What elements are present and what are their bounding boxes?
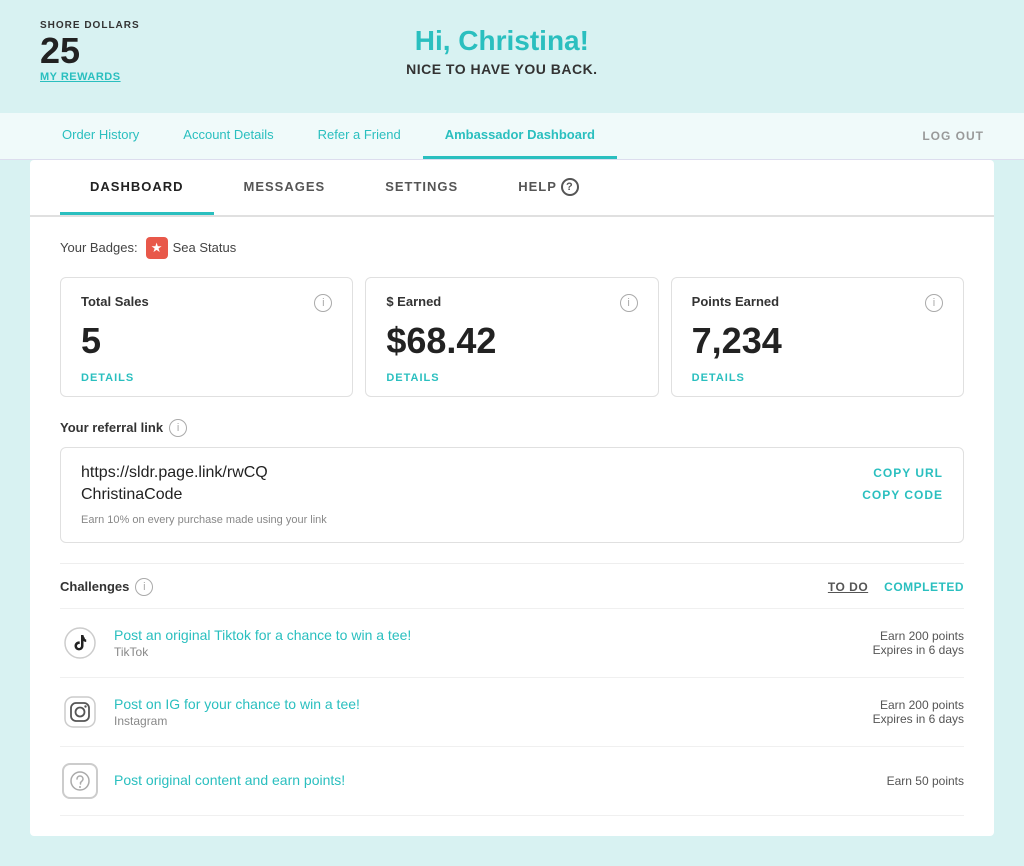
inner-tab-help[interactable]: HELP ? [488,160,609,217]
challenge-name-other[interactable]: Post original content and earn points! [114,772,345,788]
referral-box: https://sldr.page.link/rwCQ COPY URL Chr… [60,447,964,543]
inner-tabs: DASHBOARD MESSAGES SETTINGS HELP ? [30,160,994,217]
challenge-item-instagram: Post on IG for your chance to win a tee!… [60,677,964,746]
challenge-expires-instagram: Expires in 6 days [873,712,964,726]
challenge-right-instagram: Earn 200 points Expires in 6 days [873,698,964,726]
referral-url: https://sldr.page.link/rwCQ [81,464,268,482]
info-icon-challenges[interactable]: i [135,578,153,596]
challenge-name-instagram[interactable]: Post on IG for your chance to win a tee! [114,696,360,712]
nav-tabs-outer: Order History Account Details Refer a Fr… [0,113,1024,160]
challenge-info-tiktok: Post an original Tiktok for a chance to … [114,627,411,659]
referral-code: ChristinaCode [81,486,182,504]
stat-value-total-sales: 5 [81,320,332,362]
info-icon-points[interactable]: i [925,294,943,312]
badge-star-icon: ★ [146,237,168,259]
nav-tabs: Order History Account Details Refer a Fr… [40,113,617,159]
inner-tab-settings[interactable]: SETTINGS [355,161,488,215]
completed-link[interactable]: COMPLETED [884,580,964,594]
inner-tab-messages[interactable]: MESSAGES [214,161,356,215]
badge-name: Sea Status [173,240,237,255]
top-header: SHORE DOLLARS 25 MY REWARDS Hi, Christin… [0,0,1024,93]
help-icon: ? [561,178,579,196]
stat-card-earned: $ Earned i $68.42 DETAILS [365,277,658,397]
stat-card-title-points: Points Earned [692,294,779,309]
stat-details-earned[interactable]: DETAILS [386,372,637,384]
welcome-title: Hi, Christina! [140,25,864,57]
dashboard-content: Your Badges: ★ Sea Status Total Sales i … [30,217,994,836]
challenges-title: Challenges [60,579,129,594]
stat-card-points: Points Earned i 7,234 DETAILS [671,277,964,397]
stat-card-header-earned: $ Earned i [386,294,637,312]
stat-details-points[interactable]: DETAILS [692,372,943,384]
challenges-header: Challenges i TO DO COMPLETED [60,578,964,596]
stat-value-earned: $68.42 [386,320,637,362]
challenge-points-other: Earn 50 points [887,774,964,788]
stat-card-title-total-sales: Total Sales [81,294,149,309]
challenge-left-tiktok: Post an original Tiktok for a chance to … [60,623,411,663]
stat-card-title-earned: $ Earned [386,294,441,309]
welcome-section: Hi, Christina! NICE TO HAVE YOU BACK. [140,20,864,77]
instagram-icon [60,692,100,732]
stat-card-header-points: Points Earned i [692,294,943,312]
nav-tab-account-details[interactable]: Account Details [161,113,295,159]
stat-card-header: Total Sales i [81,294,332,312]
tiktok-icon [60,623,100,663]
challenge-points-tiktok: Earn 200 points [873,629,964,643]
mystery-icon-shape [62,763,98,799]
stats-cards: Total Sales i 5 DETAILS $ Earned i $68.4… [60,277,964,397]
challenges-title-row: Challenges i [60,578,153,596]
challenge-expires-tiktok: Expires in 6 days [873,643,964,657]
challenges-section: Challenges i TO DO COMPLETED [60,563,964,816]
challenges-actions: TO DO COMPLETED [828,580,964,594]
challenge-item-tiktok: Post an original Tiktok for a chance to … [60,608,964,677]
stat-value-points: 7,234 [692,320,943,362]
help-label: HELP [518,179,557,194]
challenge-right-other: Earn 50 points [887,774,964,788]
referral-title: Your referral link [60,420,163,435]
challenge-platform-instagram: Instagram [114,714,360,728]
mystery-icon [60,761,100,801]
info-icon-total-sales[interactable]: i [314,294,332,312]
copy-code-button[interactable]: COPY CODE [862,488,943,502]
main-content: DASHBOARD MESSAGES SETTINGS HELP ? Your … [30,160,994,836]
stat-card-total-sales: Total Sales i 5 DETAILS [60,277,353,397]
challenge-item-other: Post original content and earn points! E… [60,746,964,816]
referral-earn-note: Earn 10% on every purchase made using yo… [81,514,943,526]
referral-section: Your referral link i https://sldr.page.l… [60,419,964,543]
todo-link[interactable]: TO DO [828,580,868,594]
shore-dollars-section: SHORE DOLLARS 25 MY REWARDS [40,20,140,83]
challenge-info-other: Post original content and earn points! [114,772,345,790]
info-icon-earned[interactable]: i [620,294,638,312]
challenge-right-tiktok: Earn 200 points Expires in 6 days [873,629,964,657]
nav-tab-refer-friend[interactable]: Refer a Friend [296,113,423,159]
challenge-name-tiktok[interactable]: Post an original Tiktok for a chance to … [114,627,411,643]
challenge-left-other: Post original content and earn points! [60,761,345,801]
shore-dollars-amount: 25 [40,31,140,71]
welcome-subtitle: NICE TO HAVE YOU BACK. [140,61,864,77]
challenge-points-instagram: Earn 200 points [873,698,964,712]
stat-details-total-sales[interactable]: DETAILS [81,372,332,384]
badges-label: Your Badges: [60,240,138,255]
info-icon-referral[interactable]: i [169,419,187,437]
badges-row: Your Badges: ★ Sea Status [60,237,964,259]
challenge-platform-tiktok: TikTok [114,645,411,659]
nav-tab-order-history[interactable]: Order History [40,113,161,159]
challenge-left-instagram: Post on IG for your chance to win a tee!… [60,692,360,732]
inner-tab-dashboard[interactable]: DASHBOARD [60,161,214,215]
logout-button[interactable]: LOG OUT [922,129,984,143]
challenge-info-instagram: Post on IG for your chance to win a tee!… [114,696,360,728]
my-rewards-link[interactable]: MY REWARDS [40,71,140,83]
nav-tab-ambassador-dashboard[interactable]: Ambassador Dashboard [423,113,617,159]
referral-code-row: ChristinaCode COPY CODE [81,486,943,504]
referral-header: Your referral link i [60,419,964,437]
referral-url-row: https://sldr.page.link/rwCQ COPY URL [81,464,943,482]
badge-sea-status: ★ Sea Status [146,237,237,259]
copy-url-button[interactable]: COPY URL [873,466,943,480]
